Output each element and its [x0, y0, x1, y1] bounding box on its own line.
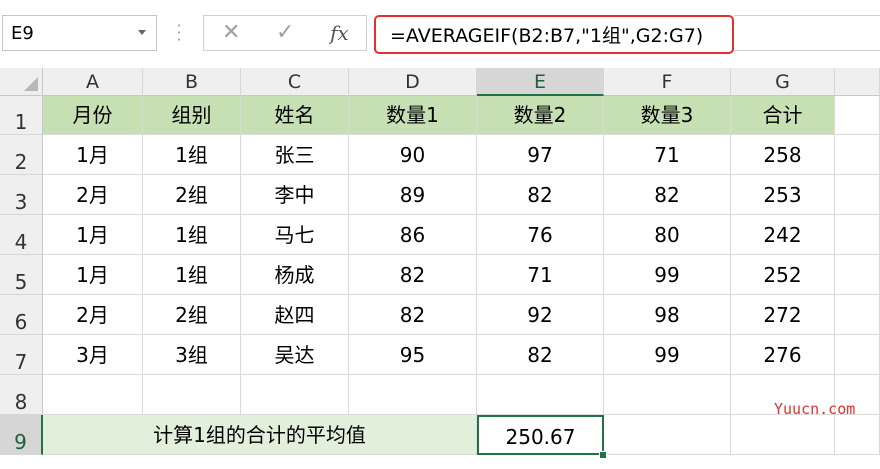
active-cell-E9[interactable]: 250.67: [477, 415, 604, 455]
cell-C3[interactable]: 李中: [241, 175, 349, 215]
cell-C5[interactable]: 杨成: [241, 255, 349, 295]
cell-F6[interactable]: 98: [604, 295, 731, 335]
cell-B2[interactable]: 1组: [143, 135, 241, 175]
row-header-1[interactable]: 1: [0, 96, 43, 135]
header-cell-B1[interactable]: 组别: [143, 96, 241, 135]
cell-empty[interactable]: [835, 215, 880, 255]
cell-F7[interactable]: 99: [604, 335, 731, 375]
formula-bar-area: E9 · · · ✕ ✓ fx =AVERAGEIF(B2:B7,"1组",G2:G…: [0, 0, 880, 68]
row-header-2[interactable]: 2: [0, 135, 43, 175]
cell-B4[interactable]: 1组: [143, 215, 241, 255]
fill-handle[interactable]: [599, 451, 607, 459]
cell-A6[interactable]: 2月: [43, 295, 143, 335]
formula-buttons: ✕ ✓ fx: [203, 15, 367, 51]
cell-A5[interactable]: 1月: [43, 255, 143, 295]
cell-empty[interactable]: [349, 375, 477, 415]
formula-bar-extension[interactable]: [734, 15, 880, 51]
cell-empty[interactable]: [835, 175, 880, 215]
cell-G3[interactable]: 253: [731, 175, 835, 215]
header-cell-A1[interactable]: 月份: [43, 96, 143, 135]
row-header-5[interactable]: 5: [0, 255, 43, 295]
cell-empty[interactable]: [835, 255, 880, 295]
cell-empty[interactable]: [477, 375, 604, 415]
cell-F3[interactable]: 82: [604, 175, 731, 215]
column-header-F[interactable]: F: [604, 68, 731, 96]
header-cell-D1[interactable]: 数量1: [349, 96, 477, 135]
column-header-G[interactable]: G: [731, 68, 835, 96]
enter-check-icon[interactable]: ✓: [276, 20, 294, 45]
cancel-icon[interactable]: ✕: [222, 20, 240, 45]
cell-empty[interactable]: [604, 415, 731, 455]
cell-A4[interactable]: 1月: [43, 215, 143, 255]
cell-A2[interactable]: 1月: [43, 135, 143, 175]
insert-function-icon[interactable]: fx: [330, 21, 349, 45]
column-header-blank[interactable]: [835, 68, 880, 96]
row-header-4[interactable]: 4: [0, 215, 43, 255]
select-all-triangle-icon: [24, 77, 38, 91]
cell-empty[interactable]: [835, 335, 880, 375]
cell-C4[interactable]: 马七: [241, 215, 349, 255]
cell-B6[interactable]: 2组: [143, 295, 241, 335]
cell-B5[interactable]: 1组: [143, 255, 241, 295]
select-all-corner[interactable]: [0, 68, 43, 96]
cell-E5[interactable]: 71: [477, 255, 604, 295]
row-header-9[interactable]: 9: [0, 415, 43, 455]
row-header-7[interactable]: 7: [0, 335, 43, 375]
name-box[interactable]: E9: [2, 15, 157, 51]
cell-empty[interactable]: [835, 96, 880, 135]
cell-E7[interactable]: 82: [477, 335, 604, 375]
cell-B3[interactable]: 2组: [143, 175, 241, 215]
cell-D2[interactable]: 90: [349, 135, 477, 175]
header-cell-C1[interactable]: 姓名: [241, 96, 349, 135]
cell-F5[interactable]: 99: [604, 255, 731, 295]
cell-D7[interactable]: 95: [349, 335, 477, 375]
cell-E2[interactable]: 97: [477, 135, 604, 175]
cell-empty[interactable]: [241, 375, 349, 415]
name-box-value: E9: [11, 22, 34, 44]
row-header-6[interactable]: 6: [0, 295, 43, 335]
cell-B7[interactable]: 3组: [143, 335, 241, 375]
cell-A3[interactable]: 2月: [43, 175, 143, 215]
label-cell-A9-D9[interactable]: 计算1组的合计的平均值: [43, 415, 477, 455]
row-header-8[interactable]: 8: [0, 375, 43, 415]
cell-G6[interactable]: 272: [731, 295, 835, 335]
header-cell-G1[interactable]: 合计: [731, 96, 835, 135]
column-header-A[interactable]: A: [43, 68, 143, 96]
cell-C6[interactable]: 赵四: [241, 295, 349, 335]
cell-A7[interactable]: 3月: [43, 335, 143, 375]
cell-C7[interactable]: 吴达: [241, 335, 349, 375]
cell-D3[interactable]: 89: [349, 175, 477, 215]
watermark: Yuucn.com: [774, 400, 856, 418]
cell-E6[interactable]: 92: [477, 295, 604, 335]
cell-E3[interactable]: 82: [477, 175, 604, 215]
column-header-D[interactable]: D: [349, 68, 477, 96]
formula-input[interactable]: =AVERAGEIF(B2:B7,"1组",G2:G7): [374, 15, 734, 54]
cell-D6[interactable]: 82: [349, 295, 477, 335]
cell-empty[interactable]: [143, 375, 241, 415]
cell-empty[interactable]: [835, 295, 880, 335]
cell-G5[interactable]: 252: [731, 255, 835, 295]
chevron-down-icon[interactable]: [138, 30, 146, 35]
cell-F4[interactable]: 80: [604, 215, 731, 255]
cell-D4[interactable]: 86: [349, 215, 477, 255]
cell-G2[interactable]: 258: [731, 135, 835, 175]
cell-F2[interactable]: 71: [604, 135, 731, 175]
cell-E4[interactable]: 76: [477, 215, 604, 255]
cell-empty[interactable]: [835, 135, 880, 175]
header-cell-F1[interactable]: 数量3: [604, 96, 731, 135]
column-header-E[interactable]: E: [477, 68, 604, 96]
cell-empty[interactable]: [43, 375, 143, 415]
header-cell-E1[interactable]: 数量2: [477, 96, 604, 135]
cell-G7[interactable]: 276: [731, 335, 835, 375]
cell-G4[interactable]: 242: [731, 215, 835, 255]
column-header-C[interactable]: C: [241, 68, 349, 96]
cell-empty[interactable]: [731, 415, 835, 455]
column-header-B[interactable]: B: [143, 68, 241, 96]
cell-empty[interactable]: [835, 415, 880, 455]
cell-C2[interactable]: 张三: [241, 135, 349, 175]
more-options-icon[interactable]: · · ·: [176, 18, 182, 48]
cell-D5[interactable]: 82: [349, 255, 477, 295]
row-header-3[interactable]: 3: [0, 175, 43, 215]
cell-empty[interactable]: [604, 375, 731, 415]
